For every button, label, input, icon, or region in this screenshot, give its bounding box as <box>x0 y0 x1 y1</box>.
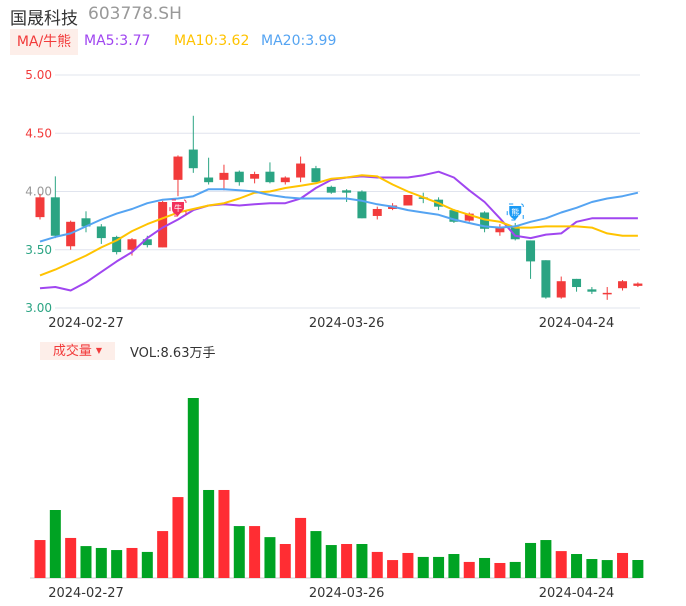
volume-bar-up <box>295 517 307 578</box>
volume-bar-up <box>402 552 414 578</box>
volume-bar-up <box>218 489 230 578</box>
candle-down <box>96 226 106 239</box>
y-tick-label: 3.50 <box>25 243 52 257</box>
y-tick-label: 3.00 <box>25 301 52 315</box>
volume-bar-up <box>126 547 138 578</box>
candle-down <box>311 168 321 183</box>
candle-up <box>633 283 643 286</box>
volume-bar-down <box>540 540 552 578</box>
candle-up <box>296 163 306 178</box>
volume-bar-down <box>95 547 107 578</box>
volume-bar-down <box>356 544 368 578</box>
bear-signal-label: 熊 <box>511 207 519 217</box>
volume-bar-up <box>65 537 77 578</box>
candle-up <box>219 172 229 180</box>
candle-up <box>618 281 628 289</box>
volume-bar-up <box>279 544 291 578</box>
candle-down <box>188 149 198 169</box>
candle-down <box>526 240 536 262</box>
volume-x-tick-label: 2024-03-26 <box>309 586 385 601</box>
volume-bar-up <box>371 551 383 578</box>
volume-bar-down <box>233 526 245 578</box>
volume-bar-up <box>463 561 475 578</box>
volume-bar-down <box>479 557 491 578</box>
volume-bar-down <box>187 398 199 578</box>
chart-canvas[interactable]: 5.004.504.003.503.002024-02-27 2024-03-26… <box>0 0 686 606</box>
candle-up <box>372 208 382 216</box>
volume-bar-down <box>264 537 276 578</box>
volume-x-tick-label: 2024-02-27 <box>48 586 124 601</box>
candle-up <box>280 177 290 183</box>
volume-x-tick-label: 2024-04-24 <box>539 586 615 601</box>
volume-bar-up <box>34 540 46 578</box>
volume-bar-up <box>387 560 399 578</box>
volume-bar-down <box>632 560 644 578</box>
candle-up <box>556 281 566 298</box>
candle-up <box>602 292 612 295</box>
bull-signal-label: 牛 <box>174 203 182 213</box>
candle-down <box>234 171 244 183</box>
x-tick-label: 2024-04-24 <box>539 316 615 331</box>
volume-bar-down <box>509 561 521 578</box>
candle-down <box>265 171 275 183</box>
volume-bar-down <box>141 551 153 578</box>
volume-bar-down <box>601 560 613 578</box>
volume-bar-up <box>494 562 506 578</box>
volume-bar-down <box>325 545 337 578</box>
volume-bar-down <box>525 542 537 578</box>
volume-bar-down <box>433 556 445 578</box>
y-tick-label: 4.00 <box>25 185 52 199</box>
volume-bar-up <box>157 531 169 578</box>
volume-bar-up <box>341 544 353 578</box>
volume-bar-down <box>203 489 215 578</box>
candle-down <box>204 177 214 183</box>
candle-down <box>357 191 367 219</box>
y-tick-label: 5.00 <box>25 68 52 82</box>
volume-bar-up <box>172 497 184 578</box>
volume-bar-down <box>310 531 322 578</box>
volume-bar-down <box>417 556 429 578</box>
x-tick-label: 2024-03-26 <box>309 316 385 331</box>
candle-down <box>572 278 582 288</box>
volume-bar-down <box>448 554 460 578</box>
candle-up <box>250 174 260 179</box>
y-tick-label: 4.50 <box>25 126 52 140</box>
volume-bar-down <box>49 510 61 578</box>
volume-bar-up <box>617 552 629 578</box>
candle-down <box>587 289 597 292</box>
volume-bar-down <box>111 550 123 578</box>
candle-up <box>403 194 413 206</box>
candle-down <box>342 190 352 193</box>
volume-bar-down <box>80 546 92 578</box>
x-tick-label: 2024-02-27 <box>48 316 124 331</box>
stock-chart: 国晟科技 603778.SH MA/牛熊 MA5:3.77 MA10:3.62 … <box>0 0 686 606</box>
candle-up <box>173 156 183 180</box>
volume-bar-up <box>555 551 567 578</box>
volume-bar-up <box>249 526 261 578</box>
candle-down <box>541 260 551 298</box>
volume-bar-down <box>586 559 598 578</box>
candle-down <box>326 186 336 193</box>
candle-up <box>35 197 45 218</box>
candle-up <box>158 201 168 248</box>
candle-down <box>50 197 60 236</box>
volume-bar-down <box>571 554 583 578</box>
